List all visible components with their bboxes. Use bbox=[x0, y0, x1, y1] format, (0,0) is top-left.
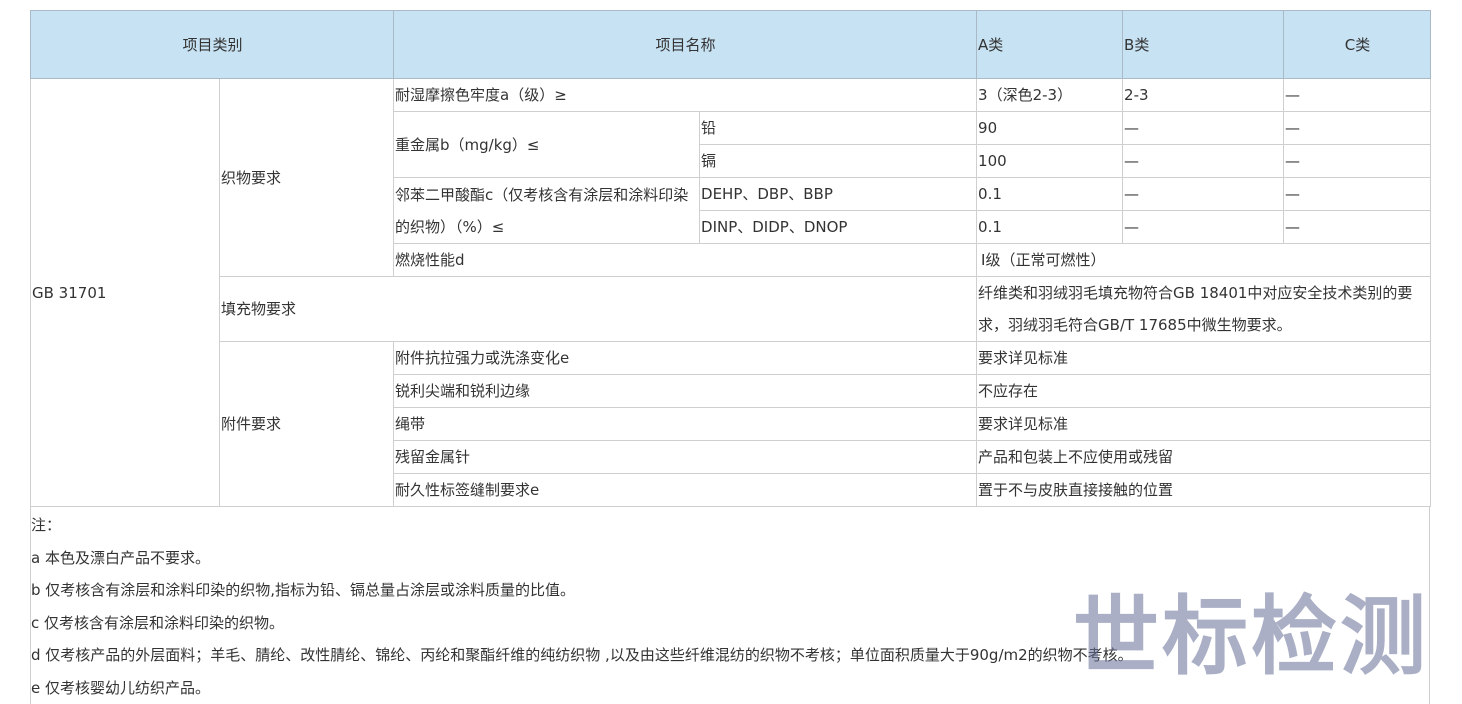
header-class-a: A类 bbox=[976, 10, 1124, 79]
accessory-item-value: 产品和包装上不应使用或残留 bbox=[976, 440, 1432, 474]
table-header-row: 项目类别 项目名称 A类 B类 C类 bbox=[29, 10, 1432, 79]
rub-fastness-b: 2-3 bbox=[1122, 78, 1285, 112]
flammability-value: Ⅰ级（正常可燃性） bbox=[976, 243, 1432, 277]
cadmium-a: 100 bbox=[976, 144, 1124, 178]
filling-requirements-value: 纤维类和羽绒羽毛填充物符合GB 18401中对应安全技术类别的要求，羽绒羽毛符合… bbox=[976, 276, 1432, 342]
accessory-item-value: 置于不与皮肤直接接触的位置 bbox=[976, 473, 1432, 507]
header-category: 项目类别 bbox=[29, 10, 395, 79]
safety-requirements-table: 项目类别 项目名称 A类 B类 C类 GB 31701 织物要求 耐湿摩擦色牢度… bbox=[29, 10, 1432, 507]
accessory-item-name: 锐利尖端和锐利边缘 bbox=[393, 374, 978, 408]
rub-fastness-a: 3（深色2-3） bbox=[976, 78, 1124, 112]
table-row: 附件要求 附件抗拉强力或洗涤变化e 要求详见标准 bbox=[31, 341, 1432, 507]
dehp-a: 0.1 bbox=[976, 177, 1124, 211]
accessory-item-value: 要求详见标准 bbox=[976, 341, 1432, 375]
accessory-item-name: 附件抗拉强力或洗涤变化e bbox=[393, 341, 978, 375]
phthalates-dehp: DEHP、DBP、BBP bbox=[699, 177, 978, 211]
header-class-c: C类 bbox=[1283, 10, 1432, 79]
rub-fastness-name: 耐湿摩擦色牢度a（级）≥ bbox=[393, 78, 978, 112]
accessory-requirements-label: 附件要求 bbox=[218, 341, 395, 507]
note-a: a 本色及漂白产品不要求。 bbox=[31, 548, 210, 567]
accessory-item-value: 不应存在 bbox=[976, 374, 1432, 408]
rub-fastness-c: — bbox=[1283, 78, 1432, 112]
table-row: GB 31701 织物要求 耐湿摩擦色牢度a（级）≥ 3（深色2-3） 2-3 … bbox=[30, 78, 1432, 507]
lead-a: 90 bbox=[976, 111, 1124, 145]
dinp-b: — bbox=[1122, 210, 1285, 244]
dinp-c: — bbox=[1283, 210, 1432, 244]
note-c: c 仅考核含有涂层和涂料印染的织物。 bbox=[31, 613, 285, 632]
heavy-metal-cadmium: 镉 bbox=[699, 144, 978, 178]
header-class-b: B类 bbox=[1122, 10, 1285, 79]
dehp-c: — bbox=[1283, 177, 1432, 211]
accessory-item-value: 要求详见标准 bbox=[976, 407, 1432, 441]
phthalates-dinp: DINP、DIDP、DNOP bbox=[699, 210, 978, 244]
accessory-item-name: 绳带 bbox=[393, 407, 978, 441]
lead-b: — bbox=[1122, 111, 1285, 145]
lead-c: — bbox=[1283, 111, 1432, 145]
table-row: 填充物要求 纤维类和羽绒羽毛填充物符合GB 18401中对应安全技术类别的要求，… bbox=[31, 276, 1432, 342]
heavy-metal-lead: 铅 bbox=[699, 111, 978, 145]
dinp-a: 0.1 bbox=[976, 210, 1124, 244]
note-e: e 仅考核婴幼儿纺织产品。 bbox=[31, 678, 210, 697]
notes-section: 注： a 本色及漂白产品不要求。 b 仅考核含有涂层和涂料印染的织物,指标为铅、… bbox=[30, 507, 1430, 704]
cadmium-b: — bbox=[1122, 144, 1285, 178]
heavy-metal-name: 重金属b（mg/kg）≤ bbox=[393, 111, 701, 178]
notes-heading: 注： bbox=[31, 516, 62, 534]
phthalates-name: 邻苯二甲酸酯c（仅考核含有涂层和涂料印染的织物）（%）≤ bbox=[393, 177, 701, 244]
standard-cell: GB 31701 bbox=[30, 78, 220, 507]
accessory-item-name: 耐久性标签缝制要求e bbox=[393, 473, 978, 507]
standard-table-container: 项目类别 项目名称 A类 B类 C类 GB 31701 织物要求 耐湿摩擦色牢度… bbox=[29, 10, 1432, 704]
header-item-name: 项目名称 bbox=[393, 10, 978, 79]
filling-requirements-label: 填充物要求 bbox=[218, 276, 978, 342]
note-d: d 仅考核产品的外层面料；羊毛、腈纶、改性腈纶、锦纶、丙纶和聚酯纤维的纯纺织物 … bbox=[31, 646, 1133, 664]
cadmium-c: — bbox=[1283, 144, 1432, 178]
flammability-name: 燃烧性能d bbox=[393, 243, 978, 277]
accessory-item-name: 残留金属针 bbox=[393, 440, 978, 474]
fabric-requirements-label: 织物要求 bbox=[218, 78, 395, 277]
note-b: b 仅考核含有涂层和涂料印染的织物,指标为铅、镉总量占涂层或涂料质量的比值。 bbox=[31, 581, 576, 599]
dehp-b: — bbox=[1122, 177, 1285, 211]
